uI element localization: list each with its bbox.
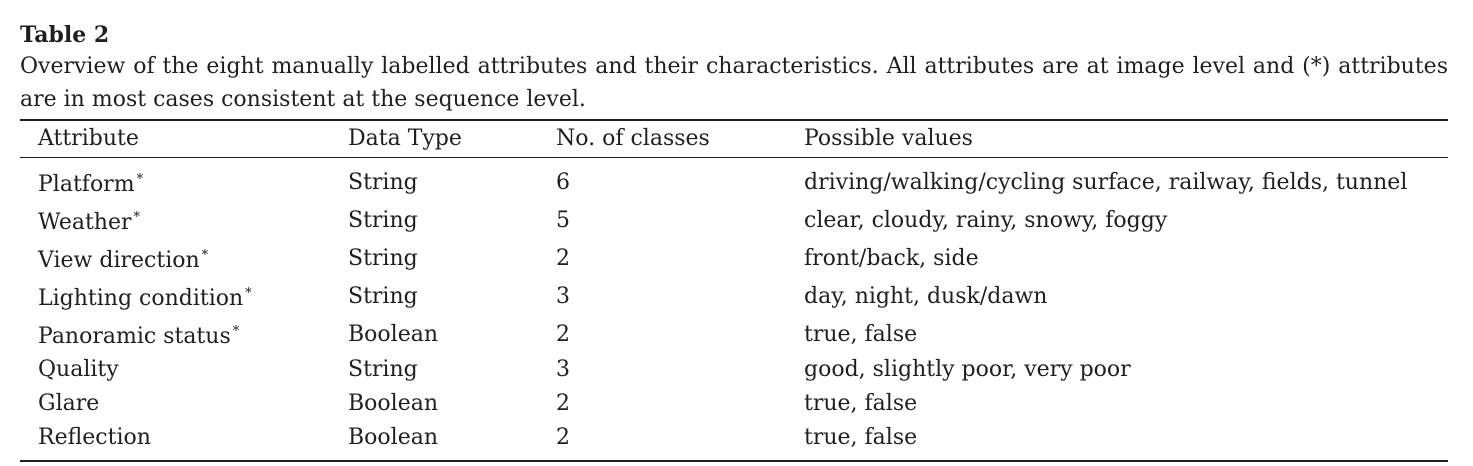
cell-data-type: String xyxy=(348,245,418,271)
cell-classes: 2 xyxy=(556,391,570,417)
table-row: View direction * String 2 front/back, sid… xyxy=(20,239,1448,277)
cell-data-type: Boolean xyxy=(348,424,438,450)
header-row: Attribute Data Type No. of classes Possi… xyxy=(20,120,1448,158)
asterisk-mark: * xyxy=(232,324,240,339)
cell-attribute: View direction * xyxy=(38,248,209,273)
cell-possible-values: front/back, side xyxy=(804,245,979,271)
cell-classes: 3 xyxy=(556,283,570,309)
attributes-table: Attribute Data Type No. of classes Possi… xyxy=(20,119,1448,462)
cell-data-type: String xyxy=(348,357,418,383)
cell-classes: 2 xyxy=(556,424,570,450)
cell-possible-values: true, false xyxy=(804,424,918,450)
asterisk-mark: * xyxy=(136,172,144,187)
cell-attribute: Weather * xyxy=(38,210,141,235)
asterisk-mark: * xyxy=(245,286,252,301)
table-row: Weather * String 5 clear, cloudy, rainy, … xyxy=(20,201,1448,239)
table-row: Lighting condition * String 3 day, night,… xyxy=(20,277,1448,315)
cell-attribute: Panoramic status * xyxy=(38,324,240,349)
table-row: Glare Boolean 2 true, false xyxy=(20,387,1448,421)
cell-attribute: Quality xyxy=(38,357,119,383)
asterisk-mark: * xyxy=(201,248,209,263)
table-caption: Overview of the eight manually labelled … xyxy=(20,54,1448,112)
table-container: Table 2 Overview of the eight manually l… xyxy=(20,20,1448,462)
cell-possible-values: good, slightly poor, very poor xyxy=(804,357,1131,383)
table-row: Quality String 3 good, slightly poor, ve… xyxy=(20,353,1448,387)
cell-attribute: Glare xyxy=(38,391,100,417)
cell-classes: 6 xyxy=(556,169,570,195)
header-attribute: Attribute xyxy=(38,126,139,151)
table-row: Platform * String 6 driving/walking/cycli… xyxy=(20,158,1448,202)
table-row: Panoramic status * Boolean 2 true, false xyxy=(20,315,1448,353)
cell-possible-values: clear, cloudy, rainy, snowy, foggy xyxy=(804,207,1168,233)
cell-data-type: String xyxy=(348,169,418,195)
cell-data-type: String xyxy=(348,283,418,309)
cell-data-type: Boolean xyxy=(348,321,438,347)
cell-classes: 3 xyxy=(556,357,570,383)
cell-data-type: Boolean xyxy=(348,391,438,417)
cell-attribute: Reflection xyxy=(38,424,151,450)
cell-classes: 2 xyxy=(556,321,570,347)
cell-possible-values: day, night, dusk/dawn xyxy=(804,283,1048,309)
cell-attribute: Platform * xyxy=(38,172,144,197)
cell-classes: 5 xyxy=(556,207,570,233)
cell-attribute: Lighting condition * xyxy=(38,286,252,311)
table-header: Attribute Data Type No. of classes Possi… xyxy=(20,120,1448,158)
header-possible-values: Possible values xyxy=(804,126,973,151)
cell-data-type: String xyxy=(348,207,418,233)
cell-possible-values: driving/walking/cycling surface, railway… xyxy=(804,169,1408,195)
cell-classes: 2 xyxy=(556,245,570,271)
cell-possible-values: true, false xyxy=(804,321,918,347)
table-row: Reflection Boolean 2 true, false xyxy=(20,420,1448,462)
header-no-of-classes: No. of classes xyxy=(556,126,710,151)
asterisk-mark: * xyxy=(133,210,141,225)
cell-possible-values: true, false xyxy=(804,391,918,417)
table-title: Table 2 xyxy=(20,22,110,48)
table-body: Platform * String 6 driving/walking/cycli… xyxy=(20,158,1448,462)
header-data-type: Data Type xyxy=(348,126,462,151)
